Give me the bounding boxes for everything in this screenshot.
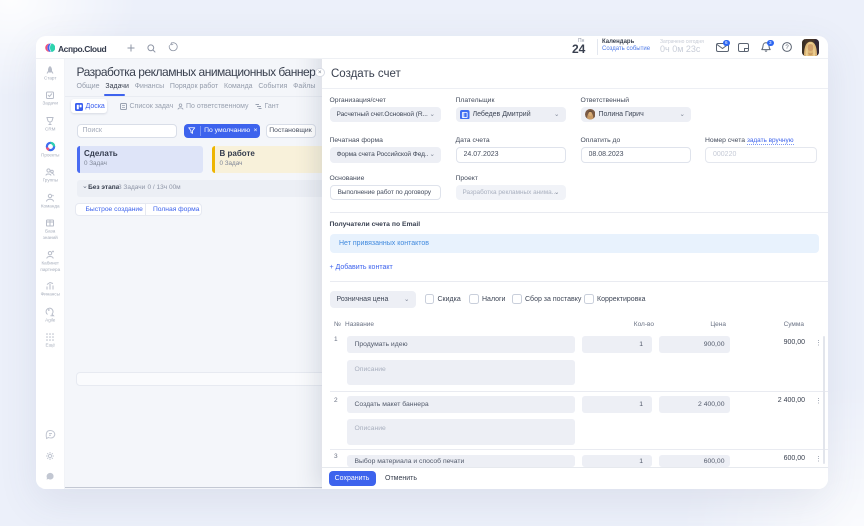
svg-text:?: ?	[785, 45, 789, 51]
